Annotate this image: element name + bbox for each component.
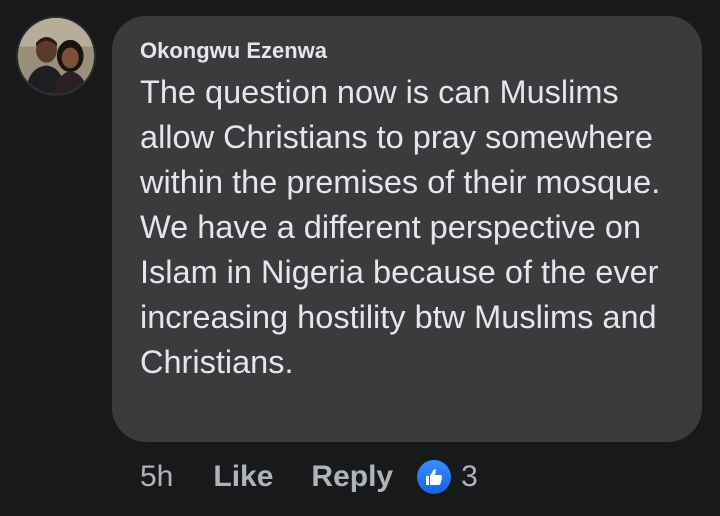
comment-timestamp[interactable]: 5h [140, 460, 173, 494]
thumbs-up-icon [415, 458, 454, 496]
comment-text: The question now is can Muslims allow Ch… [140, 74, 661, 380]
comment-actions: 5h Like Reply 3 [140, 455, 478, 499]
like-button[interactable]: Like [213, 460, 273, 494]
comment-container: Okongwu Ezenwa The question now is can M… [0, 0, 720, 516]
comment-bubble: Okongwu Ezenwa The question now is can M… [112, 16, 702, 442]
reaction-count: 3 [461, 460, 478, 493]
reaction-summary[interactable]: 3 [415, 458, 478, 496]
reply-button[interactable]: Reply [311, 460, 393, 494]
profile-photo-icon [18, 18, 94, 94]
comment-author[interactable]: Okongwu Ezenwa [140, 38, 674, 64]
avatar[interactable] [16, 16, 96, 96]
